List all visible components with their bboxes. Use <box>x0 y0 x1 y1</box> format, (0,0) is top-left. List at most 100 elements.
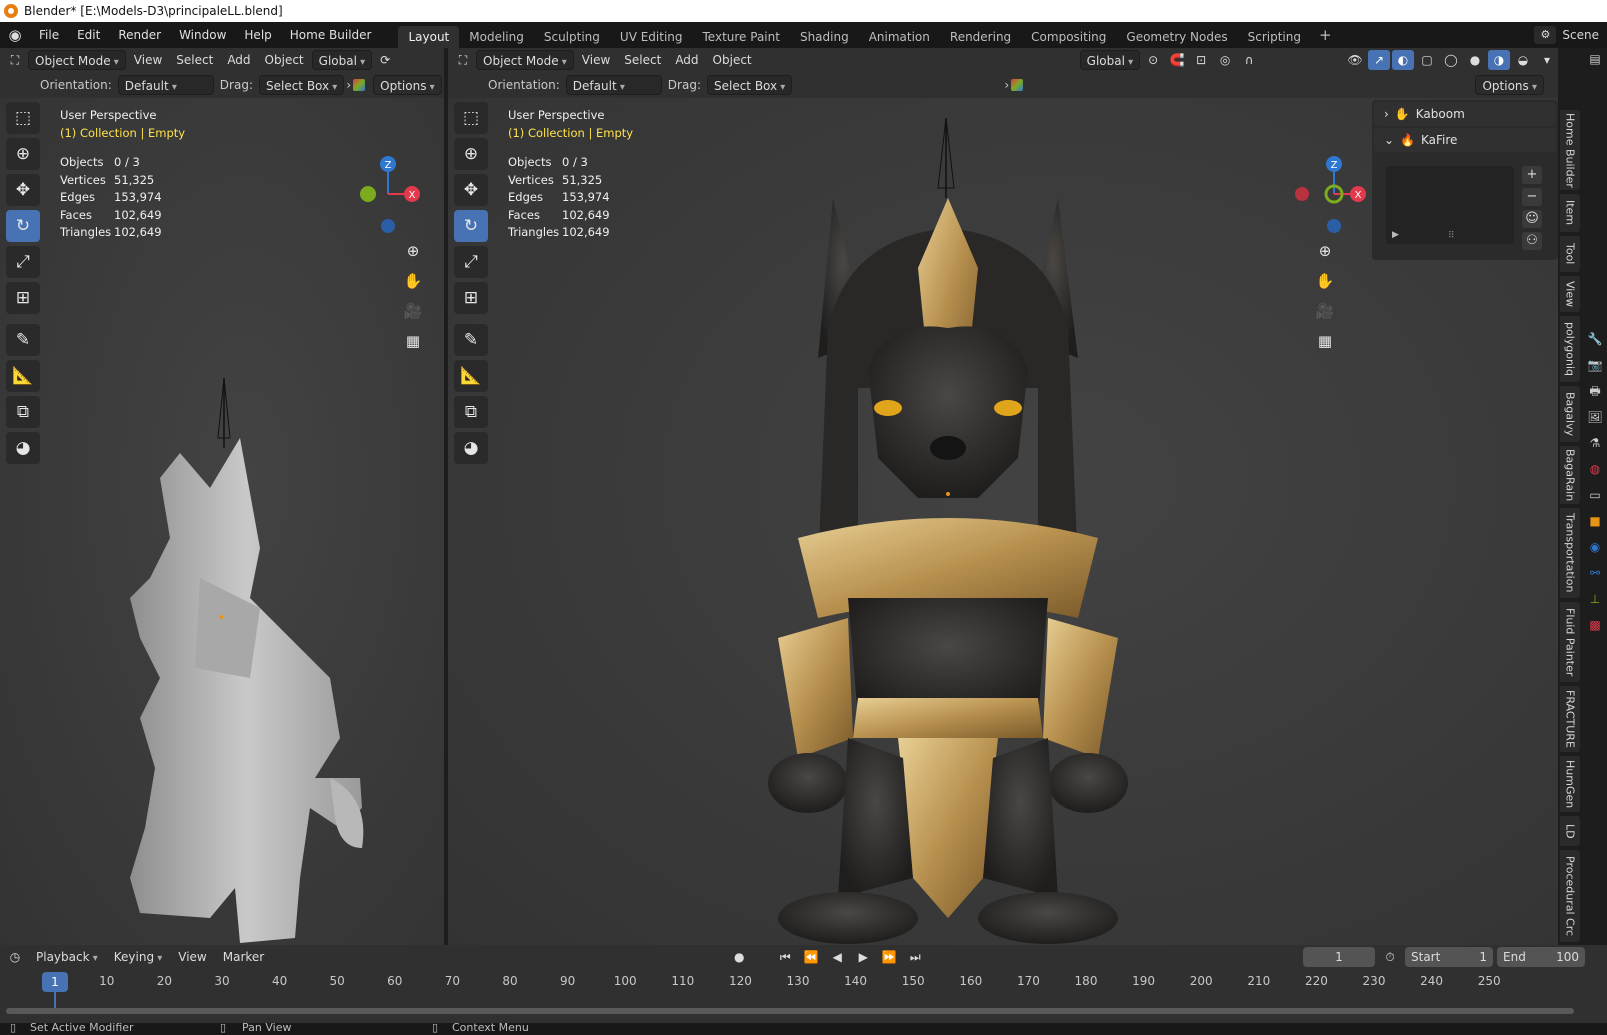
menu-view[interactable]: View <box>576 50 616 70</box>
transform-tool-icon[interactable]: ⊞ <box>454 282 488 314</box>
mode-dropdown[interactable]: Object Mode <box>28 50 126 70</box>
tab-view[interactable]: View <box>1560 276 1580 312</box>
tab-layout[interactable]: Layout <box>398 26 460 48</box>
tab-uv-editing[interactable]: UV Editing <box>610 26 693 48</box>
tab-compositing[interactable]: Compositing <box>1021 26 1116 48</box>
transform-tool-icon[interactable]: ⊞ <box>6 282 40 314</box>
panel-kafire[interactable]: ⌄ 🔥 KaFire <box>1374 128 1556 152</box>
tab-humgen[interactable]: HumGen <box>1560 756 1580 812</box>
scene-selector[interactable]: ⚙ Scene <box>1534 22 1607 48</box>
editor-type-icon[interactable]: ⛶ <box>452 50 474 70</box>
xray-icon[interactable]: ▢ <box>1416 50 1438 70</box>
transform-orientation-dropdown[interactable]: Global <box>1079 50 1141 70</box>
clay-character-model[interactable] <box>100 378 400 945</box>
scale-tool-icon[interactable]: ⤢ <box>6 246 40 278</box>
orientation-dropdown[interactable]: Default <box>117 75 214 95</box>
navigation-gizmo[interactable]: Z X <box>1274 152 1374 242</box>
world-properties-icon[interactable]: ◍ <box>1585 458 1605 480</box>
navigation-gizmo[interactable]: Z X <box>348 152 428 242</box>
tab-scripting[interactable]: Scripting <box>1238 26 1311 48</box>
scale-tool-icon[interactable]: ⤢ <box>454 246 488 278</box>
left-viewport-canvas[interactable]: User Perspective (1) Collection | Empty … <box>0 98 444 945</box>
menu-window[interactable]: Window <box>170 22 235 48</box>
gizmo-toggle-icon[interactable]: ↗ <box>1368 50 1390 70</box>
camera-icon[interactable]: 🎥 <box>400 298 426 324</box>
add-cube-tool-icon[interactable]: ⧉ <box>454 396 488 428</box>
texture-properties-icon[interactable]: ▩ <box>1585 614 1605 636</box>
end-frame-field[interactable]: End 100 <box>1497 947 1585 967</box>
record-icon[interactable]: ● <box>728 947 750 967</box>
playback-menu[interactable]: Playback <box>30 947 104 967</box>
frame-ruler[interactable]: 1 10 20 30 40 50 60 70 80 90 100 110 120 130 140 150 16… <box>0 971 1580 993</box>
menu-file[interactable]: File <box>30 22 68 48</box>
options-dropdown[interactable]: Options <box>373 75 442 95</box>
cursor-tool-icon[interactable]: ⊕ <box>454 138 488 170</box>
tab-bagalvy[interactable]: Bagalvy <box>1560 386 1580 442</box>
current-frame-field[interactable]: 1 <box>1303 947 1375 967</box>
rendered-shading-icon[interactable]: ◒ <box>1512 50 1534 70</box>
scene-properties-icon[interactable]: ⚗ <box>1585 432 1605 454</box>
panel-kaboom[interactable]: › ✋ Kaboom <box>1374 102 1556 126</box>
wireframe-shading-icon[interactable]: ◯ <box>1440 50 1462 70</box>
kafire-list[interactable]: ▶ ⠿ <box>1386 166 1514 244</box>
current-frame-marker[interactable]: 1 <box>42 972 68 992</box>
pivot-icon[interactable]: ⟳ <box>374 50 396 70</box>
select-box-tool-icon[interactable]: ⬚ <box>454 102 488 134</box>
chevron-right-icon[interactable]: › <box>1002 78 1011 92</box>
marker-menu[interactable]: Marker <box>217 947 270 967</box>
menu-select[interactable]: Select <box>170 50 219 70</box>
move-tool-icon[interactable]: ✥ <box>454 174 488 206</box>
tab-rendering[interactable]: Rendering <box>940 26 1021 48</box>
material-shading-icon[interactable]: ◑ <box>1488 50 1510 70</box>
mode-dropdown[interactable]: Object Mode <box>476 50 574 70</box>
select-box-tool-icon[interactable]: ⬚ <box>6 102 40 134</box>
rotate-tool-icon[interactable]: ↻ <box>454 210 488 242</box>
play-reverse-icon[interactable]: ◀ <box>826 947 848 967</box>
menu-add[interactable]: Add <box>669 50 704 70</box>
visibility-icon[interactable]: 👁 <box>1344 50 1366 70</box>
tab-polygoniq[interactable]: polygoniq <box>1560 316 1580 382</box>
tab-home-builder[interactable]: Home Builder <box>1560 110 1580 190</box>
render-properties-icon[interactable]: 📷 <box>1585 354 1605 376</box>
measure-tool-icon[interactable]: 📐 <box>454 360 488 392</box>
drag-dropdown[interactable]: Select Box <box>706 75 793 95</box>
zoom-icon[interactable]: ⊕ <box>400 238 426 264</box>
menu-object[interactable]: Object <box>259 50 310 70</box>
physics-properties-icon[interactable]: ◉ <box>1585 536 1605 558</box>
annotate-tool-icon[interactable]: ✎ <box>454 324 488 356</box>
collection-properties-icon[interactable]: ▭ <box>1585 484 1605 506</box>
output-properties-icon[interactable]: 🖶 <box>1585 380 1605 402</box>
tab-animation[interactable]: Animation <box>859 26 940 48</box>
add-workspace-button[interactable]: + <box>1311 26 1340 44</box>
view-layer-icon[interactable]: 🖼 <box>1585 406 1605 428</box>
stopwatch-icon[interactable]: ⏱ <box>1379 947 1401 967</box>
object-properties-icon[interactable]: ■ <box>1585 510 1605 532</box>
move-tool-icon[interactable]: ✥ <box>6 174 40 206</box>
shading-options-icon[interactable]: ▾ <box>1536 50 1558 70</box>
rotate-tool-icon[interactable]: ↻ <box>6 210 40 242</box>
timeline-scrollbar[interactable] <box>6 1008 1574 1014</box>
anubis-character-model[interactable] <box>738 118 1158 945</box>
tab-shading[interactable]: Shading <box>790 26 859 48</box>
add-icon[interactable]: + <box>1522 166 1542 184</box>
menu-add[interactable]: Add <box>221 50 256 70</box>
constraints-icon[interactable]: ⚯ <box>1585 562 1605 584</box>
keying-menu[interactable]: Keying <box>108 947 169 967</box>
tab-fracture[interactable]: FRACTURE <box>1560 686 1580 752</box>
jump-end-icon[interactable]: ⏭ <box>904 947 926 967</box>
play-icon[interactable]: ▶ <box>852 947 874 967</box>
menu-edit[interactable]: Edit <box>68 22 109 48</box>
start-frame-field[interactable]: Start 1 <box>1405 947 1493 967</box>
prev-keyframe-icon[interactable]: ⏪ <box>800 947 822 967</box>
tab-transportation[interactable]: Transportation <box>1560 508 1580 598</box>
cursor-tool-icon[interactable]: ⊕ <box>6 138 40 170</box>
menu-object[interactable]: Object <box>707 50 758 70</box>
timeline-view-menu[interactable]: View <box>172 947 212 967</box>
sphere-tool-icon[interactable]: ◕ <box>6 432 40 464</box>
tab-procedural[interactable]: Procedural Crc <box>1560 850 1580 942</box>
blender-menu-icon[interactable]: ◉ <box>0 26 30 44</box>
menu-select[interactable]: Select <box>618 50 667 70</box>
measure-tool-icon[interactable]: 📐 <box>6 360 40 392</box>
orientation-dropdown[interactable]: Default <box>565 75 662 95</box>
menu-home-builder[interactable]: Home Builder <box>281 22 381 48</box>
